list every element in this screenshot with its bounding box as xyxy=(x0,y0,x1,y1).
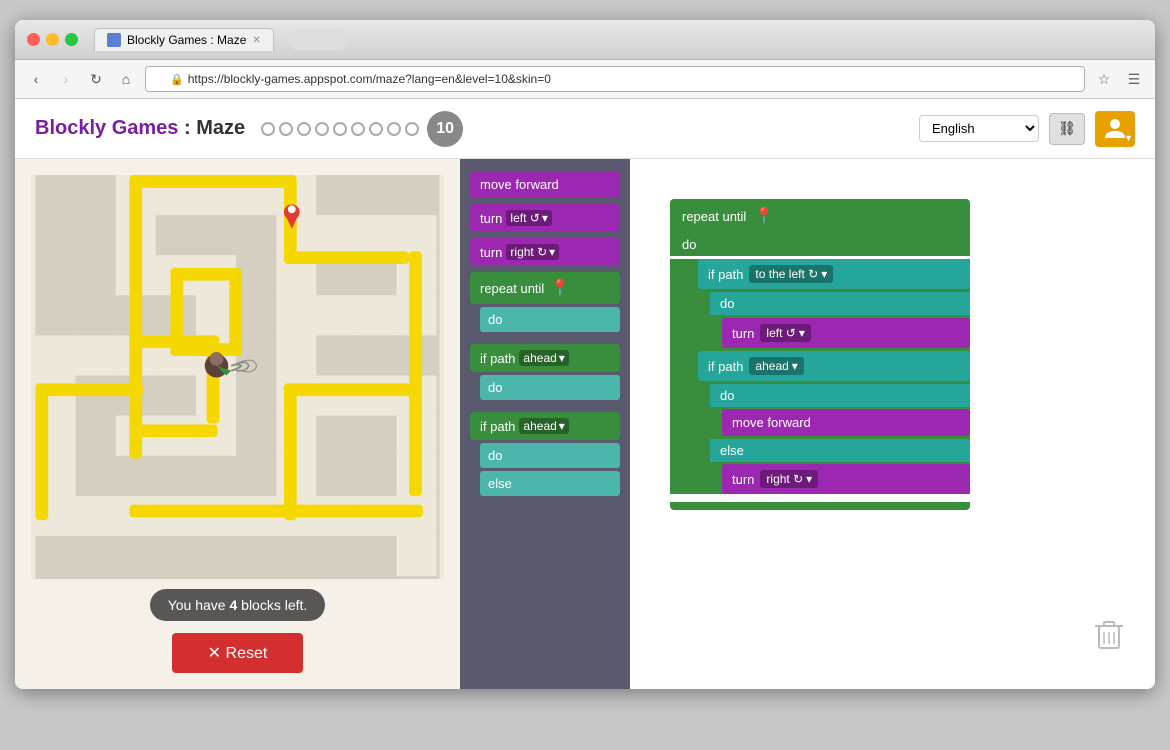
tab-favicon xyxy=(107,33,121,47)
toolbox-else: else xyxy=(480,471,620,496)
traffic-lights xyxy=(27,33,78,46)
app-header: Blockly Games : Maze 10 English ⛓ xyxy=(15,99,1155,159)
if-path-label-2: if path xyxy=(480,419,515,434)
level-dot-2[interactable] xyxy=(279,122,293,136)
dropdown-arrow-left: ▾ xyxy=(542,211,548,225)
ws-to-left-dropdown[interactable]: to the left ↻ ▾ xyxy=(749,265,833,283)
ahead-dropdown-2[interactable]: ahead ▾ xyxy=(519,418,568,434)
trash-svg xyxy=(1093,616,1125,652)
ws-left-dropdown[interactable]: left ↺ ▾ xyxy=(760,324,810,342)
level-dot-6[interactable] xyxy=(351,122,365,136)
toolbox-do-2: do xyxy=(480,443,620,468)
ws-repeat-block[interactable]: repeat until 📍 do if path xyxy=(670,199,970,510)
ws-block-footer xyxy=(670,502,970,510)
level-dot-3[interactable] xyxy=(297,122,311,136)
turn-left-label: turn xyxy=(480,211,502,226)
toolbox-if-path-else[interactable]: if path ahead ▾ do else xyxy=(470,412,620,496)
ws-block-group: repeat until 📍 do if path xyxy=(670,199,970,510)
tab-title: Blockly Games : Maze xyxy=(127,33,246,47)
reset-label: ✕ Reset xyxy=(208,643,268,663)
link-button[interactable]: ⛓ xyxy=(1049,113,1085,145)
level-dots: 10 xyxy=(261,111,463,147)
toolbox-repeat-until[interactable]: repeat until 📍 do xyxy=(470,272,620,332)
ws-pin-icon: 📍 xyxy=(754,206,774,226)
level-dot-4[interactable] xyxy=(315,122,329,136)
ws-do-move-row: do xyxy=(710,384,970,407)
refresh-button[interactable]: ↻ xyxy=(85,68,107,90)
app-title: Blockly Games : Maze xyxy=(35,117,245,140)
ws-else-row: else xyxy=(710,439,970,462)
status-text-1: You have xyxy=(168,597,230,613)
ws-turn-right-block[interactable]: turn right ↻ ▾ xyxy=(722,464,970,494)
status-text-2: blocks left. xyxy=(237,597,307,613)
header-right: English ⛓ xyxy=(919,111,1135,147)
left-dropdown[interactable]: left ↺ ▾ xyxy=(506,210,551,226)
trash-icon[interactable] xyxy=(1093,616,1125,659)
turn-right-label: turn xyxy=(480,245,502,260)
maze-area: You have 4 blocks left. ✕ Reset xyxy=(15,159,460,689)
main-content: Blockly Games : Maze 10 English ⛓ xyxy=(15,99,1155,689)
ws-repeat-label: repeat until xyxy=(682,209,746,224)
bookmark-button[interactable]: ☆ xyxy=(1093,68,1115,90)
ws-if-label-1: if path xyxy=(708,267,743,282)
app-body: You have 4 blocks left. ✕ Reset move for… xyxy=(15,159,1155,689)
toolbox-turn-right[interactable]: turn right ↻ ▾ xyxy=(470,238,620,266)
ssl-icon: 🔒 xyxy=(170,73,184,86)
right-dropdown[interactable]: right ↻ ▾ xyxy=(506,244,559,260)
new-tab-area[interactable] xyxy=(288,30,348,50)
maze-svg xyxy=(31,175,444,579)
url-text: https://blockly-games.appspot.com/maze?l… xyxy=(188,72,551,86)
ws-right-dropdown[interactable]: right ↻ ▾ xyxy=(760,470,818,488)
ws-turn-left-block[interactable]: turn left ↺ ▾ xyxy=(722,318,970,348)
ws-turn-label-2: turn xyxy=(732,472,754,487)
toolbox-if-path-1[interactable]: if path ahead ▾ do xyxy=(470,344,620,400)
language-select[interactable]: English xyxy=(919,115,1039,142)
if-path-label-1: if path xyxy=(480,351,515,366)
level-dot-5[interactable] xyxy=(333,122,347,136)
toolbox-do-label: do xyxy=(480,307,620,332)
home-button[interactable]: ⌂ xyxy=(115,68,137,90)
ws-if-label-2: if path xyxy=(708,359,743,374)
dropdown-arrow-right: ▾ xyxy=(549,245,555,259)
toolbox-do-1: do xyxy=(480,375,620,400)
toolbox-move-forward[interactable]: move forward xyxy=(470,171,620,198)
ws-do-row: do xyxy=(670,233,970,256)
level-dot-9[interactable] xyxy=(405,122,419,136)
title-colon: : xyxy=(178,117,196,139)
ws-turn-label-1: turn xyxy=(732,326,754,341)
level-dot-7[interactable] xyxy=(369,122,383,136)
tab-close-btn[interactable]: ✕ xyxy=(252,35,260,46)
url-bar[interactable]: 🔒 https://blockly-games.appspot.com/maze… xyxy=(145,66,1085,92)
ws-ahead-dropdown[interactable]: ahead ▾ xyxy=(749,357,803,375)
repeat-until-label: repeat until xyxy=(480,281,544,296)
ws-if-path-left[interactable]: if path to the left ↻ ▾ xyxy=(698,259,970,289)
forward-button[interactable]: › xyxy=(55,68,77,90)
maze-canvas xyxy=(31,175,444,579)
back-button[interactable]: ‹ xyxy=(25,68,47,90)
toolbox-area: move forward turn left ↺ ▾ turn xyxy=(460,159,630,689)
ws-if-path-ahead[interactable]: if path ahead ▾ xyxy=(698,351,970,381)
maze-status: You have 4 blocks left. xyxy=(150,589,326,621)
level-dot-1[interactable] xyxy=(261,122,275,136)
menu-button[interactable]: ☰ xyxy=(1123,68,1145,90)
close-btn[interactable] xyxy=(27,33,40,46)
maximize-btn[interactable] xyxy=(65,33,78,46)
workspace-area[interactable]: repeat until 📍 do if path xyxy=(630,159,1155,689)
level-badge[interactable]: 10 xyxy=(427,111,463,147)
browser-tab[interactable]: Blockly Games : Maze ✕ xyxy=(94,28,274,51)
minimize-btn[interactable] xyxy=(46,33,59,46)
title-maze: Maze xyxy=(196,117,245,139)
toolbox-turn-left[interactable]: turn left ↺ ▾ xyxy=(470,204,620,232)
person-icon xyxy=(1105,118,1125,140)
reset-button[interactable]: ✕ Reset xyxy=(172,633,304,673)
person-button[interactable] xyxy=(1095,111,1135,147)
ws-inner-area: if path to the left ↻ ▾ do xyxy=(670,259,970,494)
level-dot-8[interactable] xyxy=(387,122,401,136)
move-forward-label: move forward xyxy=(480,177,559,192)
ahead-dropdown-1[interactable]: ahead ▾ xyxy=(519,350,568,366)
ws-do-turn-left-row: do xyxy=(710,292,970,315)
nav-bar: ‹ › ↻ ⌂ 🔒 https://blockly-games.appspot.… xyxy=(15,60,1155,99)
title-games: Blockly Games xyxy=(35,117,178,139)
ws-move-forward-block[interactable]: move forward xyxy=(722,409,970,436)
